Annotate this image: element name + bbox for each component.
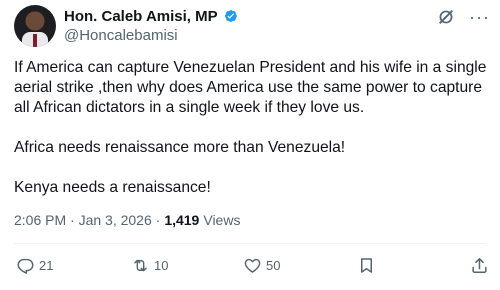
views-label: Views: [203, 212, 241, 228]
tweet-paragraph: Africa needs renaissance more than Venez…: [14, 139, 346, 156]
tweet-body: If America can capture Venezuelan Presid…: [14, 58, 490, 198]
verified-badge-icon: [224, 10, 237, 22]
bookmark-icon: [360, 257, 373, 273]
repost-count: 10: [154, 257, 169, 273]
author-display-name[interactable]: Hon. Caleb Amisi, MP: [64, 8, 218, 25]
divider: [14, 243, 486, 244]
tweet-meta: 2:06 PM · Jan 3, 2026 · 1,419 Views: [14, 212, 240, 228]
author-handle[interactable]: @Honcalebamisi: [64, 27, 178, 44]
grok-icon[interactable]: [437, 8, 455, 26]
repost-icon: [134, 259, 147, 271]
avatar[interactable]: [14, 5, 56, 47]
views-count: 1,419: [164, 212, 200, 228]
tweet-paragraph: Kenya needs a renaissance!: [14, 179, 211, 196]
more-icon[interactable]: ···: [469, 8, 490, 26]
repost-button[interactable]: 10: [131, 253, 168, 277]
action-bar: 21 10 50: [14, 253, 489, 277]
like-count: 50: [266, 257, 281, 273]
like-icon: [244, 258, 261, 273]
top-actions: ···: [437, 8, 490, 26]
share-button[interactable]: [470, 253, 489, 277]
reply-button[interactable]: 21: [16, 253, 53, 277]
timestamp-link[interactable]: 2:06 PM · Jan 3, 2026 ·: [14, 212, 160, 228]
like-button[interactable]: 50: [243, 253, 280, 277]
author-name-row: Hon. Caleb Amisi, MP: [64, 6, 240, 26]
bookmark-button[interactable]: [357, 253, 376, 277]
reply-count: 21: [39, 257, 54, 273]
reply-icon: [17, 258, 34, 274]
tweet-paragraph: If America can capture Venezuelan Presid…: [14, 59, 487, 116]
avatar-tie: [33, 34, 37, 47]
share-icon: [472, 257, 487, 273]
